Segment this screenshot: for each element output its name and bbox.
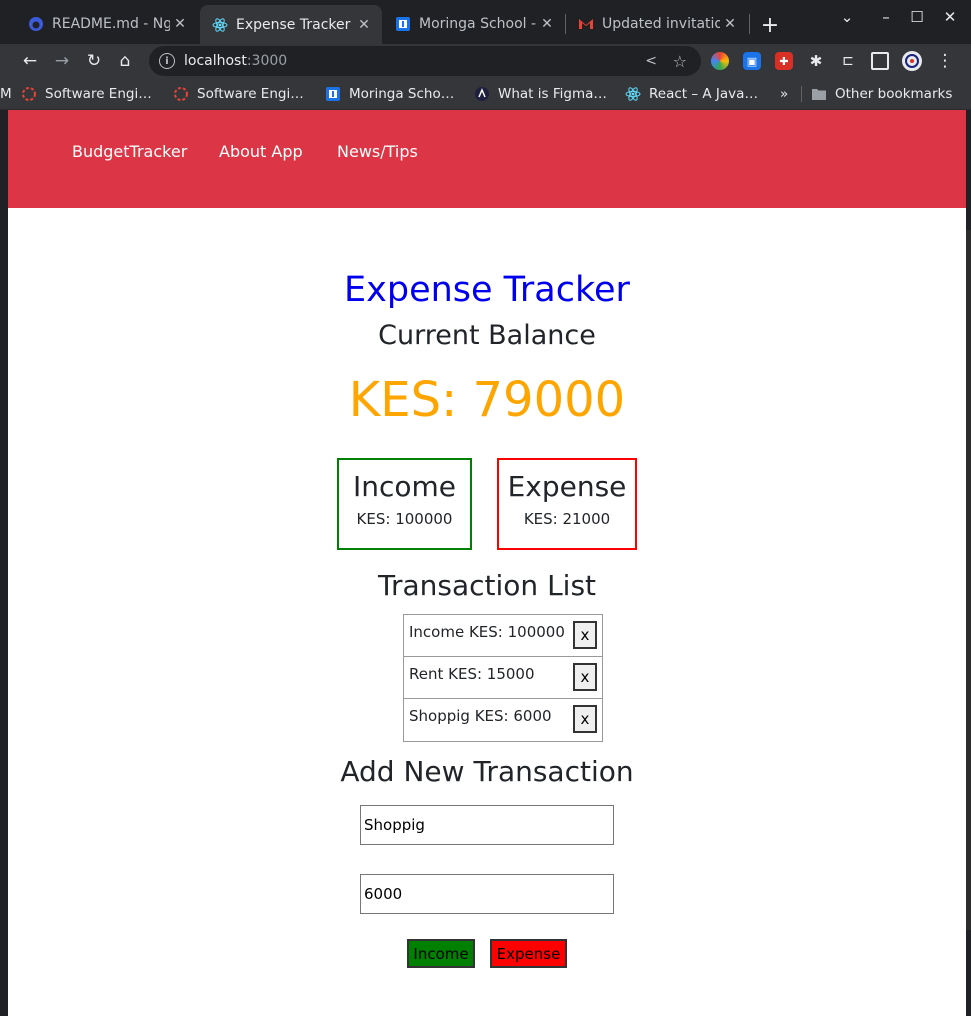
- tab-readme[interactable]: README.md - Ng ✕: [16, 7, 198, 40]
- folder-icon: [811, 86, 827, 102]
- bookmark-label: What is Figma…: [498, 86, 607, 102]
- bookmark-label: Software Engi…: [197, 86, 304, 102]
- share-icon[interactable]: <: [645, 53, 657, 69]
- add-income-button[interactable]: Income: [407, 939, 475, 968]
- tab-gmail[interactable]: Updated invitatio ✕: [566, 7, 748, 40]
- bookmark-label: Moringa Scho…: [349, 86, 455, 102]
- gmail-icon: [578, 16, 594, 32]
- tab-search-chevron-icon[interactable]: ⌄: [832, 8, 862, 26]
- bookmark-separator: [801, 86, 802, 102]
- browser-toolbar: ← → ↻ ⌂ i localhost :3000 < ☆ ▣ ✚ ✱ ⊏ ⋮: [0, 44, 971, 78]
- transaction-text: Income KES: 100000: [409, 623, 565, 641]
- income-label: Income: [352, 470, 457, 503]
- tab-title: README.md - Ng: [52, 15, 170, 32]
- extensions-puzzle-icon[interactable]: ✱: [807, 52, 825, 70]
- menu-kebab-icon[interactable]: ⋮: [932, 48, 958, 74]
- react-icon: [212, 17, 228, 33]
- address-bar[interactable]: i localhost :3000 < ☆: [149, 46, 701, 76]
- figma-icon: [474, 86, 490, 102]
- close-icon[interactable]: ✕: [720, 16, 740, 32]
- transaction-amount-input[interactable]: [360, 874, 614, 914]
- tab-strip: README.md - Ng ✕ Expense Tracker ✕ Morin…: [0, 0, 971, 44]
- bookmark-item[interactable]: Software Engi…: [173, 84, 304, 104]
- bookmark-item[interactable]: React – A Java…: [625, 84, 758, 104]
- window-left-edge: [0, 110, 8, 1016]
- maximize-icon[interactable]: ☐: [902, 8, 932, 26]
- expense-value: KES: 21000: [523, 510, 611, 528]
- scrollbar[interactable]: [966, 110, 971, 1016]
- balance-label: Current Balance: [378, 320, 596, 351]
- screen-capture-extension-icon[interactable]: ▣: [743, 52, 761, 70]
- github-icon: [28, 16, 44, 32]
- profile-avatar-icon[interactable]: [902, 51, 922, 71]
- info-icon[interactable]: i: [159, 53, 175, 69]
- bookmark-item[interactable]: Moringa Scho…: [325, 84, 454, 104]
- transaction-name-input[interactable]: [360, 805, 614, 845]
- nav-brand-link[interactable]: BudgetTracker: [72, 142, 187, 161]
- home-icon[interactable]: ⌂: [112, 48, 138, 74]
- expense-label: Expense: [507, 470, 627, 503]
- url-port: :3000: [246, 53, 288, 69]
- browser-window: README.md - Ng ✕ Expense Tracker ✕ Morin…: [0, 0, 971, 1016]
- nav-news-link[interactable]: News/Tips: [337, 142, 418, 161]
- red-extension-icon[interactable]: ✚: [775, 52, 793, 70]
- bookmark-item[interactable]: What is Figma…: [474, 84, 607, 104]
- bookmark-label: React – A Java…: [649, 86, 758, 102]
- close-icon[interactable]: ✕: [537, 16, 557, 32]
- bookmark-item[interactable]: Software Engi…: [21, 84, 152, 104]
- bookmark-star-icon[interactable]: ☆: [673, 52, 687, 71]
- transaction-text: Rent KES: 15000: [409, 665, 535, 683]
- forward-icon[interactable]: →: [49, 48, 75, 74]
- reload-icon[interactable]: ↻: [81, 48, 107, 74]
- add-transaction-heading: Add New Transaction: [340, 755, 634, 788]
- back-icon[interactable]: ←: [17, 48, 43, 74]
- page-title: Expense Tracker: [344, 270, 630, 310]
- scrollbar-thumb[interactable]: [966, 230, 971, 930]
- other-bookmarks-folder[interactable]: Other bookmarks: [811, 84, 952, 104]
- app-navbar: BudgetTracker About App News/Tips: [8, 110, 966, 208]
- cast-icon[interactable]: ⊏: [839, 52, 857, 70]
- red-ring-icon: [173, 86, 189, 102]
- transaction-row: Shoppig KES: 6000 x: [404, 699, 602, 741]
- react-icon: [625, 86, 641, 102]
- close-window-icon[interactable]: ✕: [935, 8, 965, 26]
- delete-transaction-button[interactable]: x: [573, 705, 597, 733]
- expense-summary-box: Expense KES: 21000: [497, 458, 637, 550]
- web-page: BudgetTracker About App News/Tips Expens…: [8, 110, 966, 1016]
- delete-transaction-button[interactable]: x: [573, 663, 597, 691]
- tab-title: Updated invitatio: [602, 15, 720, 32]
- transaction-list-heading: Transaction List: [377, 569, 597, 602]
- url-host: localhost: [184, 53, 247, 69]
- bookmark-label: Software Engi…: [45, 86, 152, 102]
- bookmark-partial[interactable]: M: [0, 84, 12, 104]
- tab-title: Expense Tracker: [236, 16, 351, 33]
- income-value: KES: 100000: [356, 510, 453, 528]
- more-bookmarks-button[interactable]: »: [780, 84, 788, 104]
- bookmarks-bar: M Software Engi… Software Engi… Moringa …: [0, 78, 971, 110]
- red-ring-icon: [21, 86, 37, 102]
- delete-transaction-button[interactable]: x: [573, 621, 597, 649]
- minimize-icon[interactable]: –: [871, 8, 901, 26]
- tab-moringa[interactable]: Moringa School - ✕: [383, 7, 565, 40]
- moringa-icon: [395, 16, 411, 32]
- tab-separator: [749, 14, 750, 34]
- tab-partial[interactable]: [0, 7, 8, 40]
- add-expense-button[interactable]: Expense: [490, 939, 567, 968]
- transaction-row: Income KES: 100000 x: [404, 615, 602, 657]
- side-panel-icon[interactable]: [871, 52, 889, 70]
- bookmark-label: Other bookmarks: [835, 86, 953, 102]
- moringa-icon: [325, 86, 341, 102]
- tab-title: Moringa School -: [419, 15, 537, 32]
- transaction-list: Income KES: 100000 x Rent KES: 15000 x S…: [403, 614, 603, 742]
- colorpicker-extension-icon[interactable]: [711, 52, 729, 70]
- new-tab-icon[interactable]: +: [756, 11, 784, 39]
- close-icon[interactable]: ✕: [170, 16, 190, 32]
- close-icon[interactable]: ✕: [354, 17, 374, 33]
- balance-value: KES: 79000: [348, 372, 626, 428]
- income-summary-box: Income KES: 100000: [337, 458, 472, 550]
- transaction-row: Rent KES: 15000 x: [404, 657, 602, 699]
- transaction-text: Shoppig KES: 6000: [409, 707, 552, 725]
- nav-about-link[interactable]: About App: [219, 142, 303, 161]
- tab-expense-tracker[interactable]: Expense Tracker ✕: [200, 5, 382, 44]
